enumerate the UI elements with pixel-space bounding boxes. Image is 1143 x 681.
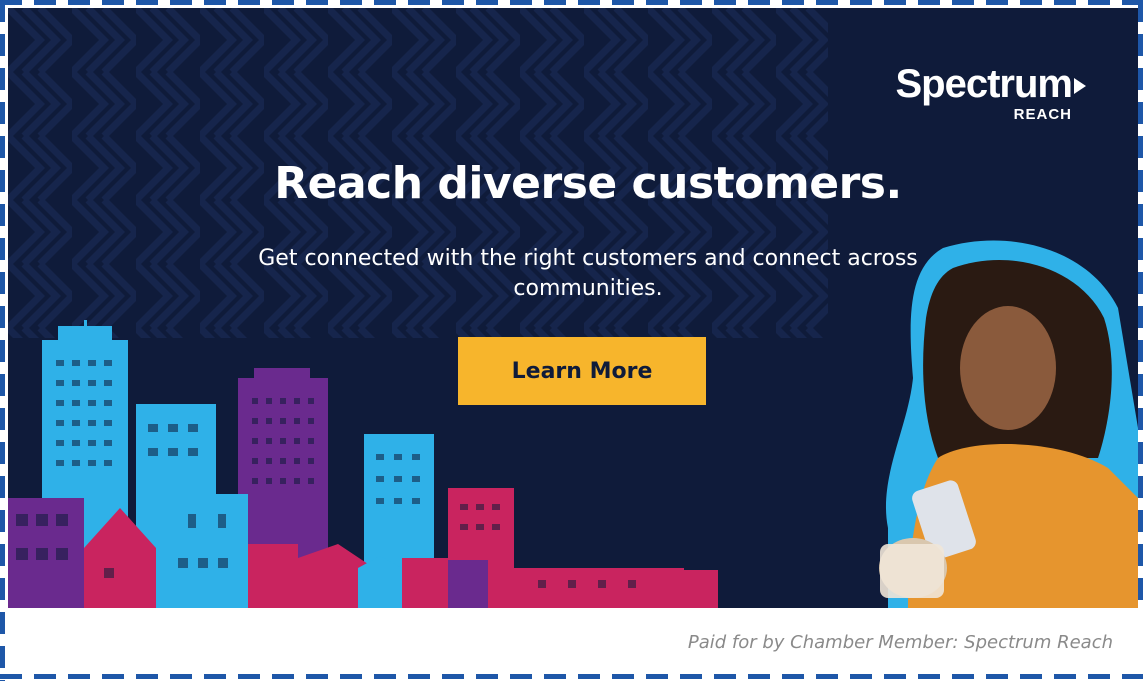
border-right xyxy=(1138,0,1143,600)
logo-sub: REACH xyxy=(1013,106,1072,123)
border-bottom xyxy=(0,674,1143,679)
ad-headline: Reach diverse customers. xyxy=(274,158,902,209)
ad-banner[interactable]: Spectrum REACH Reach diverse customers. … xyxy=(8,8,1138,608)
border-left xyxy=(0,0,5,681)
ad-subline: Get connected with the right customers a… xyxy=(258,246,918,301)
play-arrow-icon xyxy=(1074,78,1086,95)
learn-more-button[interactable]: Learn More xyxy=(458,337,706,405)
spectrum-reach-logo: Spectrum REACH xyxy=(895,62,1086,123)
logo-wordmark: Spectrum xyxy=(895,62,1073,106)
border-top xyxy=(0,0,1143,5)
sponsor-disclaimer: Paid for by Chamber Member: Spectrum Rea… xyxy=(687,632,1113,653)
